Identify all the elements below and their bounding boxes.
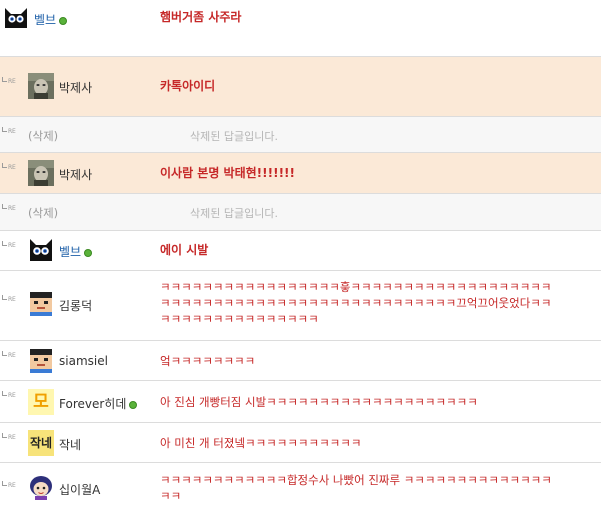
black-cat-icon[interactable] — [3, 6, 29, 30]
comment-text: 카톡아이디 — [160, 79, 216, 93]
reply-indicator: RE — [2, 433, 16, 441]
reply-arrow-icon — [2, 481, 7, 486]
letter-jakne-icon[interactable]: 작네 — [28, 430, 54, 456]
deleted-text: 삭제된 답글입니다. — [190, 130, 278, 143]
comment-author[interactable]: 십이월A — [59, 481, 100, 498]
comment-author[interactable]: 박제사 — [59, 79, 92, 96]
reply-arrow-icon — [2, 163, 7, 168]
deleted-author: (삭제) — [28, 129, 59, 143]
comment-row: RE 김롱덕 ㅋㅋㅋㅋㅋㅋㅋㅋㅋㅋㅋㅋㅋㅋㅋㅋㅋ흫ㅋㅋㅋㅋㅋㅋㅋㅋㅋㅋㅋㅋㅋㅋㅋ… — [0, 271, 601, 341]
online-status-icon — [84, 249, 93, 257]
comment-text: 햄버거좀 사주라 — [160, 10, 242, 24]
deleted-comment-row: RE (삭제) 삭제된 답글입니다. — [0, 194, 601, 231]
comment-text: 이사람 본명 박태현!!!!!!! — [160, 166, 295, 180]
reply-indicator: RE — [2, 391, 16, 399]
comment-row: RE siamsiel 엌ㅋㅋㅋㅋㅋㅋㅋㅋ — [0, 341, 601, 381]
pixel-face-icon[interactable] — [28, 347, 54, 373]
comment-text: 에이 시발 — [160, 243, 209, 257]
reply-indicator: RE — [2, 127, 16, 135]
reply-indicator: RE — [2, 241, 16, 249]
comment-row: RE 작네 작네 아 미친 개 터졌넼ㅋㅋㅋㅋㅋㅋㅋㅋㅋㅋㅋ — [0, 423, 601, 463]
reply-indicator: RE — [2, 163, 16, 171]
reply-arrow-icon — [2, 295, 7, 300]
reply-arrow-icon — [2, 391, 7, 396]
comment-author[interactable]: 작네 — [59, 436, 81, 453]
reply-arrow-icon — [2, 241, 7, 246]
comment-row: RE 박제사 이사람 본명 박태현!!!!!!! — [0, 153, 601, 194]
reply-indicator: RE — [2, 295, 16, 303]
reply-arrow-icon — [2, 351, 7, 356]
reply-arrow-icon — [2, 77, 7, 82]
comment-row: RE 벨브 에이 시발 — [0, 231, 601, 271]
letter-mo-icon[interactable]: 모 — [28, 389, 54, 415]
reply-indicator: RE — [2, 481, 16, 489]
online-status-icon — [129, 401, 138, 409]
deleted-text: 삭제된 답글입니다. — [190, 207, 278, 220]
comment-author[interactable]: 벨브 — [59, 243, 93, 260]
comment-author[interactable]: siamsiel — [59, 354, 108, 368]
comment-row: RE 박제사 카톡아이디 — [0, 57, 601, 117]
comment-text: 아 진심 개빵터짐 시발ㅋㅋㅋㅋㅋㅋㅋㅋㅋㅋㅋㅋㅋㅋㅋㅋㅋㅋㅋㅋ — [160, 395, 478, 409]
comment-text: 아 미친 개 터졌넼ㅋㅋㅋㅋㅋㅋㅋㅋㅋㅋㅋ — [160, 436, 362, 450]
reply-indicator: RE — [2, 204, 16, 212]
comment-row: RE 모 Forever히데 아 진심 개빵터짐 시발ㅋㅋㅋㅋㅋㅋㅋㅋㅋㅋㅋㅋㅋ… — [0, 381, 601, 423]
comment-row: 벨브 햄버거좀 사주라 — [0, 0, 601, 57]
deleted-author: (삭제) — [28, 206, 59, 220]
comment-author[interactable]: 김롱덕 — [59, 297, 92, 314]
photo-avatar-icon[interactable] — [28, 160, 54, 186]
comment-author[interactable]: 벨브 — [34, 11, 68, 28]
photo-avatar-icon[interactable] — [28, 73, 54, 99]
reply-indicator: RE — [2, 77, 16, 85]
comment-row: RE 십이월A ㅋㅋㅋㅋㅋㅋㅋㅋㅋㅋㅋㅋ합정수사 나빴어 진짜루 ㅋㅋㅋㅋㅋㅋㅋ… — [0, 463, 601, 513]
reply-arrow-icon — [2, 433, 7, 438]
online-status-icon — [59, 17, 68, 25]
reply-indicator: RE — [2, 351, 16, 359]
pixel-face-icon[interactable] — [28, 290, 54, 316]
reply-arrow-icon — [2, 204, 7, 209]
comment-text: ㅋㅋㅋㅋㅋㅋㅋㅋㅋㅋㅋㅋ합정수사 나빴어 진짜루 ㅋㅋㅋㅋㅋㅋㅋㅋㅋㅋㅋㅋㅋㅋㅋ… — [160, 473, 552, 503]
reply-arrow-icon — [2, 127, 7, 132]
black-cat-icon[interactable] — [28, 237, 54, 263]
deleted-comment-row: RE (삭제) 삭제된 답글입니다. — [0, 117, 601, 153]
comment-author[interactable]: 박제사 — [59, 166, 92, 183]
comment-text: ㅋㅋㅋㅋㅋㅋㅋㅋㅋㅋㅋㅋㅋㅋㅋㅋㅋ흫ㅋㅋㅋㅋㅋㅋㅋㅋㅋㅋㅋㅋㅋㅋㅋㅋㅋㅋㅋㅋㅋㅋ… — [160, 280, 552, 326]
cartoon-girl-icon[interactable] — [28, 474, 54, 500]
comment-author[interactable]: Forever히데 — [59, 395, 138, 412]
comment-text: 엌ㅋㅋㅋㅋㅋㅋㅋㅋ — [160, 354, 256, 368]
